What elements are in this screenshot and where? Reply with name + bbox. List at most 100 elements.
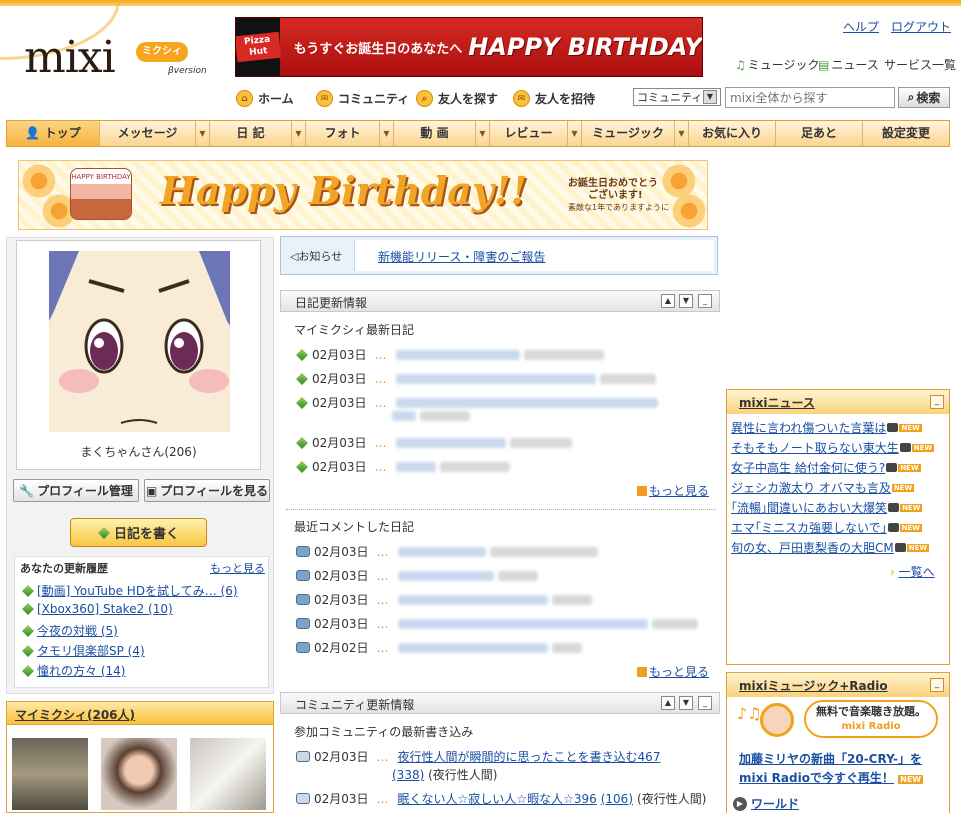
news-more-link[interactable]: › 一覧へ (890, 563, 935, 580)
tab-footprints[interactable]: 足あと (776, 121, 863, 146)
comment-icon (296, 642, 310, 653)
news-item[interactable]: 異性に言われ傷ついた言葉は NEW (731, 419, 922, 436)
diary-more-link[interactable]: もっと見る (637, 482, 709, 499)
pencil-icon (296, 396, 308, 409)
history-item[interactable]: [動画] YouTube HDを試してみ… (6) (22, 582, 238, 599)
profile-view-button[interactable]: ▣ プロフィールを見る (144, 479, 270, 502)
comment-row[interactable]: 02月03日… (296, 567, 538, 584)
news-icon: ▤ (818, 58, 830, 72)
diary-row[interactable]: 02月03日… (296, 394, 658, 411)
search-input[interactable] (725, 87, 895, 108)
chevron-down-icon[interactable]: ▼ (379, 121, 393, 146)
chevron-down-icon[interactable]: ▼ (674, 121, 688, 146)
diary-row[interactable]: 02月03日… (296, 346, 604, 363)
friend-photo[interactable] (12, 738, 88, 810)
friend-photo[interactable] (101, 738, 177, 810)
service-news[interactable]: ▤ ニュース (818, 56, 879, 73)
logo-kana-badge: ミクシィ (136, 42, 188, 62)
nav-find-friend[interactable]: ⌕ 友人を探す (416, 90, 498, 107)
diary-row[interactable]: 02月03日… (296, 370, 656, 387)
help-link[interactable]: ヘルプ (843, 18, 879, 35)
search-scope-select[interactable]: コミュニティ ▼ (633, 88, 721, 106)
comments-more-link[interactable]: もっと見る (637, 663, 709, 680)
nav-community[interactable]: ✉ コミュニティ (316, 90, 409, 107)
notice-label: ◁お知らせ (290, 250, 343, 263)
community-row[interactable]: 02月03日… 眠くない人☆寂しい人☆暇な人☆396 (106) (夜行性人間) (296, 790, 706, 807)
news-item[interactable]: エマ｢ミニスカ強要しないで｣ NEW (731, 519, 923, 536)
minimize-icon[interactable]: _ (698, 696, 712, 710)
diary-row[interactable]: 02月03日… (296, 434, 572, 451)
chevron-down-icon[interactable]: ▼ (291, 121, 305, 146)
community-row-meta: (338) (夜行性人間) (392, 768, 498, 782)
community-row[interactable]: 02月03日… 夜行性人間が瞬間的に思ったことを書き込む467 (296, 748, 660, 765)
history-item[interactable]: 今夜の対戦 (5) (22, 622, 118, 639)
news-item[interactable]: 女子中高生 給付金何に使う? NEW (731, 459, 921, 476)
tab-message[interactable]: メッセージ ▼ (100, 121, 210, 146)
write-diary-button[interactable]: 日記を書く (70, 518, 207, 547)
magnifier-icon: ⌕ (416, 90, 433, 107)
search-button[interactable]: ⌕ 検索 (898, 87, 950, 108)
play-icon: ▶ (733, 796, 747, 811)
comment-row[interactable]: 02月03日… (296, 615, 698, 632)
radio-headline[interactable]: 加藤ミリヤの新曲「20-CRY-」を mixi Radioで今すぐ再生！ NEW (739, 750, 924, 786)
pencil-icon (22, 603, 34, 615)
comments-subtitle: 最近コメントした日記 (294, 520, 415, 534)
tab-diary[interactable]: 日 記 ▼ (210, 121, 306, 146)
move-up-icon[interactable]: ▲ (661, 696, 675, 710)
news-item[interactable]: ジェシカ激太り オバマも言及 NEW (731, 479, 915, 496)
nav-home[interactable]: ⌂ ホーム (236, 90, 294, 107)
history-item[interactable]: [Xbox360] Stake2 (10) (22, 602, 173, 616)
history-title: あなたの更新履歴 (20, 562, 108, 575)
community-comment-icon (296, 751, 310, 762)
news-item[interactable]: ｢流暢｣間違いにあおい大爆笑 NEW (731, 499, 923, 516)
history-item[interactable]: タモリ倶楽部SP (4) (22, 642, 145, 659)
news-item[interactable]: そもそもノート取らない東大生 NEW (731, 439, 935, 456)
tab-settings[interactable]: 設定変更 (863, 121, 949, 146)
logout-link[interactable]: ログアウト (891, 18, 951, 35)
minimize-icon[interactable]: _ (930, 395, 944, 409)
comment-icon (296, 546, 310, 557)
camera-icon (888, 503, 900, 512)
tab-video[interactable]: 動 画 ▼ (394, 121, 490, 146)
tab-photo[interactable]: フォト ▼ (306, 121, 394, 146)
avatar[interactable] (49, 251, 230, 432)
my-mixi-header[interactable]: マイミクシィ(206人) (6, 701, 274, 725)
banner-subtext: もうすぐお誕生日のあなたへ (293, 41, 463, 57)
pencil-icon (22, 584, 34, 597)
tab-review[interactable]: レビュー ▼ (490, 121, 582, 146)
comment-icon (296, 570, 310, 581)
comment-row[interactable]: 02月03日… (296, 591, 592, 608)
home-icon: ⌂ (236, 90, 253, 107)
tab-favorites[interactable]: お気に入り (689, 121, 776, 146)
move-up-icon[interactable]: ▲ (661, 294, 675, 308)
wrench-icon: 🔧 (19, 483, 35, 498)
pizza-hut-ad-banner[interactable]: Pizza Hut もうすぐお誕生日のあなたへ HAPPY BIRTHDAY (235, 17, 703, 77)
nav-invite-friend[interactable]: ✉ 友人を招待 (513, 90, 595, 107)
minimize-icon[interactable]: _ (930, 678, 944, 692)
service-music[interactable]: ♫ ミュージック (735, 56, 820, 73)
mixi-news-header: mixiニュース (727, 390, 949, 414)
tab-music[interactable]: ミュージック ▼ (582, 121, 689, 146)
tab-top[interactable]: 👤 トップ (7, 121, 100, 146)
comment-row[interactable]: 02月03日… (296, 543, 598, 560)
profile-edit-button[interactable]: 🔧 プロフィール管理 (13, 479, 139, 502)
move-down-icon[interactable]: ▼ (679, 696, 693, 710)
chevron-down-icon[interactable]: ▼ (195, 121, 209, 146)
person-icon: 👤 (25, 126, 41, 140)
radio-world-link[interactable]: ▶ ワールド (733, 795, 799, 812)
news-item[interactable]: 旬の女、戸田恵梨香の大胆CM NEW (731, 539, 930, 556)
chevron-down-icon[interactable]: ▼ (567, 121, 581, 146)
history-more-link[interactable]: もっと見る (210, 560, 265, 576)
notice-link[interactable]: 新機能リリース・障害のご報告 (378, 248, 545, 265)
service-list[interactable]: サービス一覧 (884, 56, 956, 73)
history-item[interactable]: 憧れの方々 (14) (22, 662, 125, 679)
diary-row[interactable]: 02月03日… (296, 458, 510, 475)
friend-photo[interactable] (190, 738, 266, 810)
minimize-icon[interactable]: _ (698, 294, 712, 308)
chevron-down-icon: ▼ (703, 90, 717, 104)
comment-row[interactable]: 02月02日… (296, 639, 582, 656)
move-down-icon[interactable]: ▼ (679, 294, 693, 308)
chevron-down-icon[interactable]: ▼ (475, 121, 489, 146)
radio-bubble[interactable]: 無料で音楽聴き放題。 mixi Radio (804, 700, 938, 738)
mixi-logo[interactable]: mixi (24, 36, 116, 80)
